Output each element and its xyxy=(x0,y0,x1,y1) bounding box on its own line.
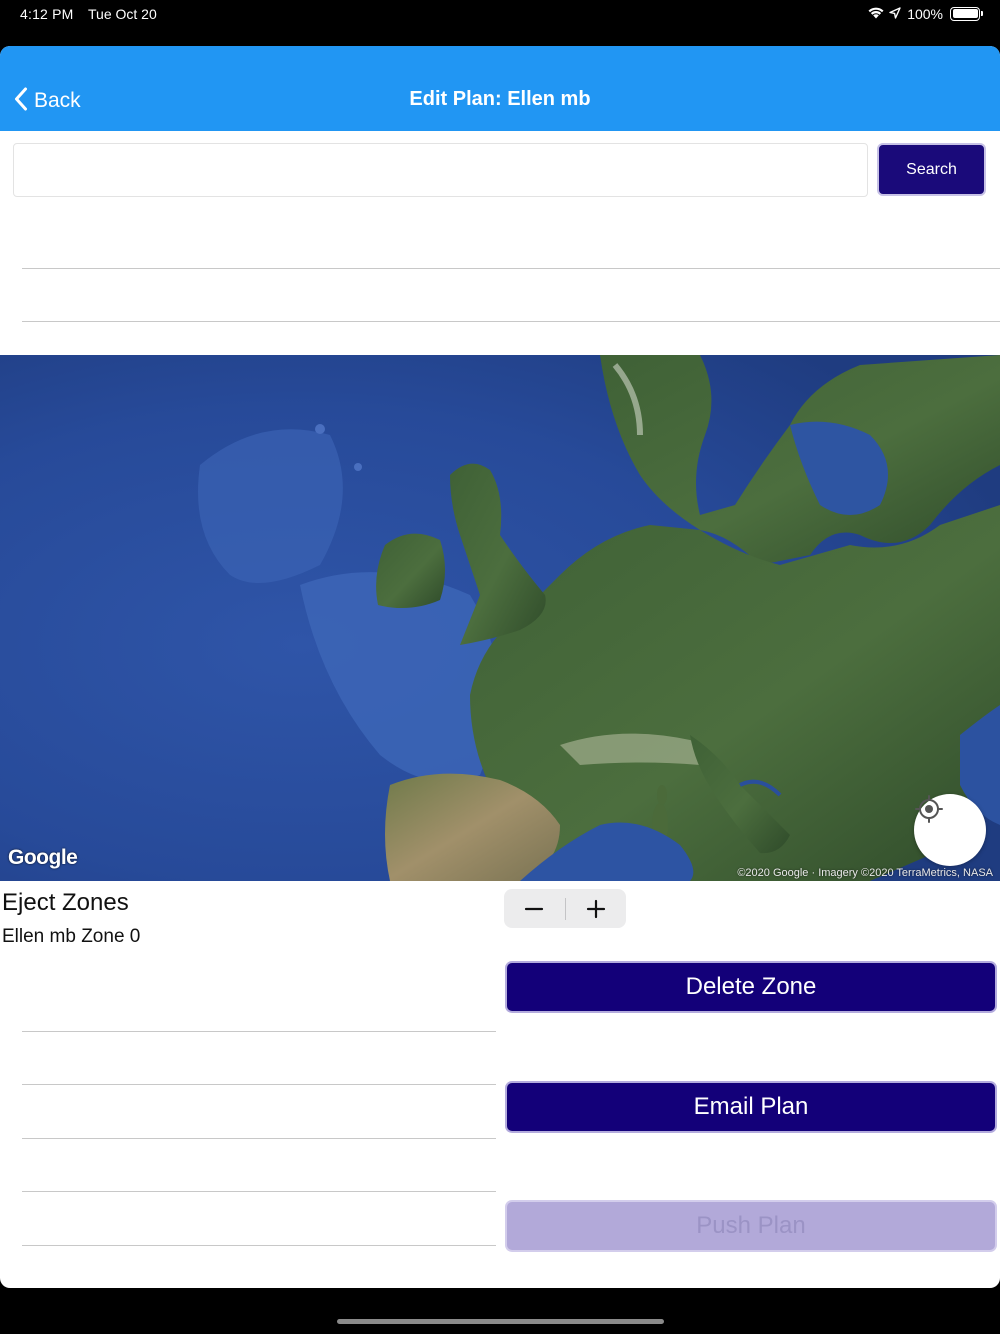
minus-icon xyxy=(525,907,544,910)
map-attribution: ©2020 Google · Imagery ©2020 TerraMetric… xyxy=(737,867,993,879)
zone-list-row[interactable] xyxy=(22,1139,496,1192)
home-indicator[interactable] xyxy=(337,1319,664,1324)
satellite-map[interactable]: Google ©2020 Google · Imagery ©2020 Terr… xyxy=(0,355,1000,881)
status-bar: 4:12 PM Tue Oct 20 100% xyxy=(0,0,1000,46)
push-plan-button[interactable]: Push Plan xyxy=(505,1200,997,1252)
zone-list-row[interactable] xyxy=(22,1032,496,1085)
battery-percent: 100% xyxy=(907,5,943,22)
battery-icon xyxy=(950,6,983,21)
navigation-bar: Back Edit Plan: Ellen mb xyxy=(0,46,1000,131)
search-input[interactable] xyxy=(13,143,868,197)
search-result-row[interactable] xyxy=(22,269,1000,322)
zone-list-row[interactable] xyxy=(22,1193,496,1246)
wifi-icon xyxy=(867,5,885,22)
status-time: 4:12 PM xyxy=(20,6,74,22)
search-button[interactable]: Search xyxy=(877,143,986,196)
delete-zone-button[interactable]: Delete Zone xyxy=(505,961,997,1013)
status-indicators: 100% xyxy=(867,5,983,22)
location-arrow-icon xyxy=(889,6,901,22)
page-title: Edit Plan: Ellen mb xyxy=(409,88,591,110)
app-sheet: Back Edit Plan: Ellen mb Search Google ©… xyxy=(0,46,1000,1288)
zone-list-row[interactable] xyxy=(22,979,496,1032)
map-imagery xyxy=(0,355,1000,881)
zone-list-item[interactable]: Ellen mb Zone 0 xyxy=(2,926,140,948)
zone-list-row[interactable] xyxy=(22,1086,496,1139)
eject-zones-title: Eject Zones xyxy=(2,889,129,916)
my-location-button[interactable] xyxy=(914,794,986,866)
stepper-increment-button[interactable] xyxy=(565,889,626,928)
app-screen: 4:12 PM Tue Oct 20 100% Back Edit Plan: … xyxy=(0,0,1000,1334)
email-plan-button[interactable]: Email Plan xyxy=(505,1081,997,1133)
zone-stepper xyxy=(504,889,626,928)
status-date: Tue Oct 20 xyxy=(88,6,157,22)
google-logo: Google xyxy=(8,846,78,869)
search-result-row[interactable] xyxy=(22,216,1000,269)
stepper-decrement-button[interactable] xyxy=(504,889,565,928)
plus-icon xyxy=(586,899,605,918)
